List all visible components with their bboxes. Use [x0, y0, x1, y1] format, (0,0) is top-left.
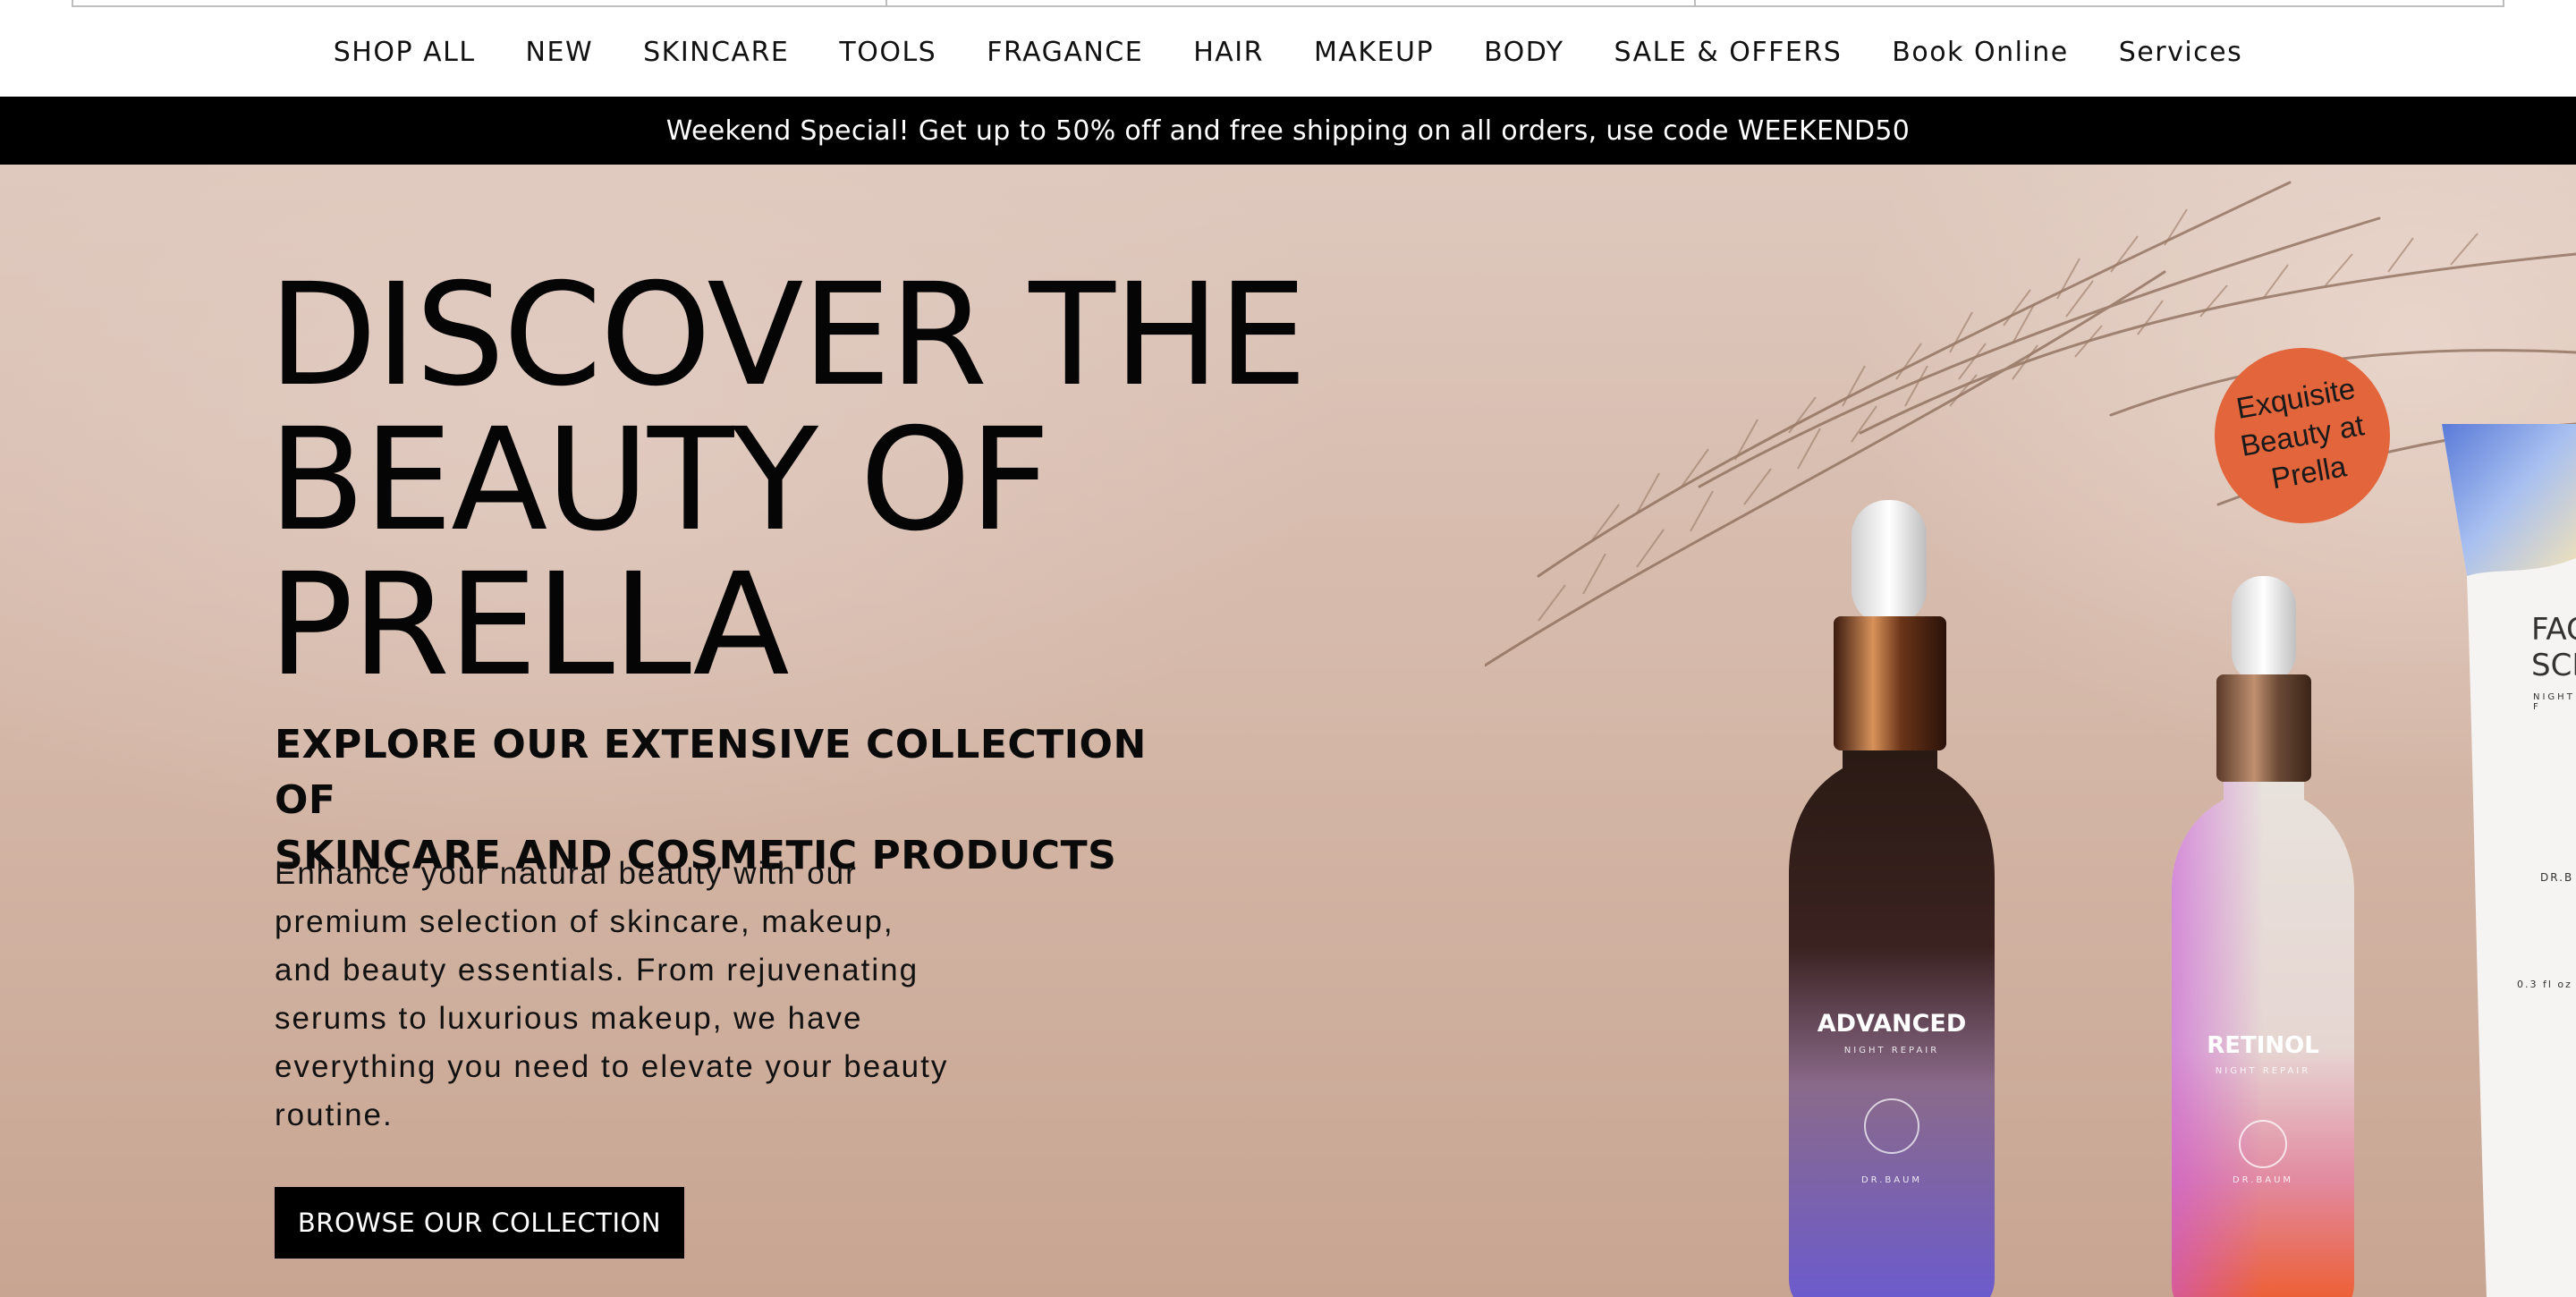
nav-item-shop-all[interactable]: SHOP ALL — [309, 37, 501, 68]
nav-item-skincare[interactable]: SKINCARE — [618, 37, 814, 68]
hero-headline: DISCOVER THE BEAUTY OF PRELLA — [268, 263, 1342, 698]
bottle-advanced-subtitle: NIGHT REPAIR — [1843, 1046, 1940, 1055]
tube-size: 0.3 fl oz — [2517, 979, 2572, 990]
bottle-advanced-name: ADVANCED — [1817, 1010, 1967, 1038]
hero-description: Enhance your natural beauty with our pre… — [275, 850, 954, 1140]
nav-item-fragance[interactable]: FRAGANCE — [962, 37, 1168, 68]
main-nav: SHOP ALL NEW SKINCARE TOOLS FRAGANCE HAI… — [0, 7, 2576, 97]
announcement-bar: Weekend Special! Get up to 50% off and f… — [0, 97, 2576, 165]
tube-graphic — [2442, 424, 2576, 1297]
description-line: everything you need to elevate your beau… — [275, 1049, 949, 1084]
nav-item-body[interactable]: BODY — [1459, 37, 1589, 68]
header-divider — [1694, 0, 1696, 7]
description-line: routine. — [275, 1098, 394, 1132]
tube-name-line: FAC — [2531, 612, 2576, 648]
nav-item-tools[interactable]: TOOLS — [814, 37, 962, 68]
description-line: and beauty essentials. From rejuvenating — [275, 953, 919, 988]
announcement-text: Weekend Special! Get up to 50% off and f… — [665, 114, 1911, 147]
product-bottle-advanced: ADVANCED NIGHT REPAIR DR.BAUM — [1780, 500, 2004, 1297]
bottle-retinol-subtitle: NIGHT REPAIR — [2215, 1066, 2311, 1076]
tube-name-line: SCF — [2531, 648, 2576, 683]
headline-line: PRELLA — [268, 543, 790, 708]
bottle-retinol-brand: DR.BAUM — [2232, 1175, 2294, 1185]
product-tube: FAC SCF NIGHT F DR.B 0.3 fl oz — [2442, 424, 2576, 1297]
headline-line: BEAUTY OF — [268, 398, 1050, 563]
nav-item-book-online[interactable]: Book Online — [1867, 37, 2093, 68]
header-divider — [886, 0, 887, 7]
browse-collection-button[interactable]: BROWSE OUR COLLECTION — [275, 1187, 684, 1259]
nav-item-hair[interactable]: HAIR — [1168, 37, 1289, 68]
nav-item-services[interactable]: Services — [2094, 37, 2268, 68]
subheadline-line: EXPLORE OUR EXTENSIVE COLLECTION OF — [275, 722, 1147, 823]
bottle-advanced-brand: DR.BAUM — [1860, 1175, 1923, 1185]
description-line: serums to luxurious makeup, we have — [275, 1001, 863, 1036]
headline-line: DISCOVER THE — [268, 253, 1308, 418]
bottle-retinol-graphic — [2172, 576, 2354, 1297]
hero-section: DISCOVER THE BEAUTY OF PRELLA EXPLORE OU… — [0, 165, 2576, 1297]
header-top-strip — [72, 0, 2504, 7]
description-line: Enhance your natural beauty with our — [275, 856, 858, 891]
dried-grass-decoration — [1485, 181, 2576, 667]
promo-badge-text: Exquisite Beauty at Prella — [2222, 368, 2382, 504]
nav-item-new[interactable]: NEW — [501, 37, 619, 68]
tube-brand: DR.B — [2540, 871, 2574, 884]
bottle-retinol-name: RETINOL — [2207, 1032, 2319, 1059]
nav-item-sale-offers[interactable]: SALE & OFFERS — [1589, 37, 1868, 68]
description-line: premium selection of skincare, makeup, — [275, 904, 894, 939]
nav-item-makeup[interactable]: MAKEUP — [1289, 37, 1459, 68]
tube-subtitle: NIGHT F — [2533, 692, 2575, 712]
product-bottle-retinol: RETINOL NIGHT REPAIR DR.BAUM — [2165, 576, 2361, 1297]
